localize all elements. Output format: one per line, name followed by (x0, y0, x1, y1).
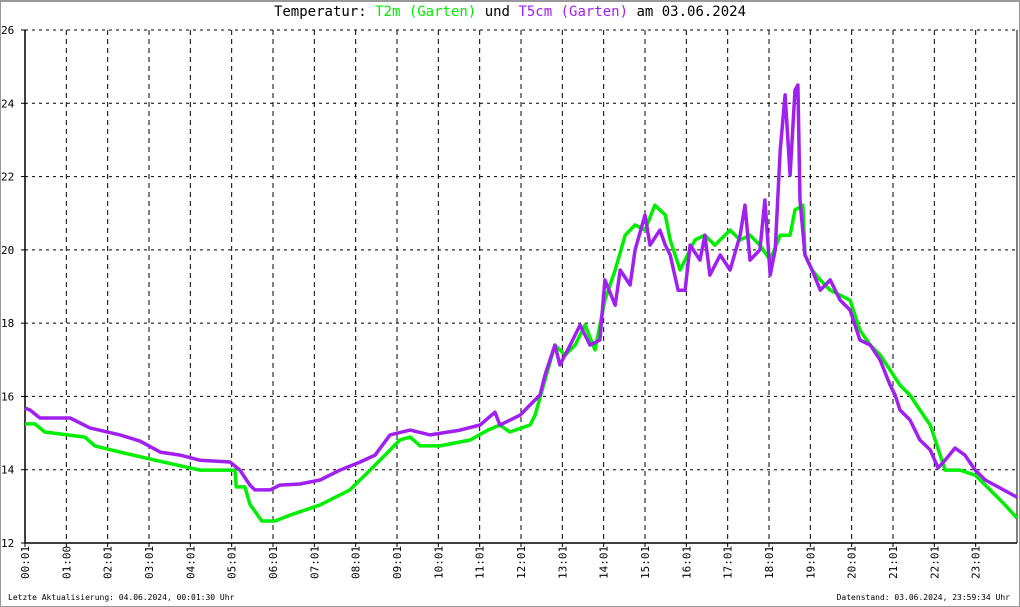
x-tick-label: 04:01 (184, 546, 197, 579)
x-tick-label: 05:01 (226, 546, 239, 579)
y-tick-label: 20 (1, 244, 14, 257)
x-tick-label: 07:01 (308, 546, 321, 579)
x-tick-label: 21:01 (887, 546, 900, 579)
x-tick-label: 17:01 (722, 546, 735, 579)
x-tick-label: 18:01 (763, 546, 776, 579)
x-tick-label: 12:01 (515, 546, 528, 579)
x-tick-label: 06:01 (267, 546, 280, 579)
x-tick-label: 10:01 (432, 546, 445, 579)
x-tick-label: 00:01 (19, 546, 32, 579)
x-tick-label: 20:01 (846, 546, 859, 579)
x-tick-label: 08:01 (350, 546, 363, 579)
x-tick-label: 11:01 (474, 546, 487, 579)
last-update-text: Letzte Aktualisierung: 04.06.2024, 00:01… (8, 593, 235, 602)
x-tick-label: 19:01 (804, 546, 817, 579)
x-tick-label: 01:00 (60, 546, 73, 579)
x-tick-label: 23:01 (970, 546, 983, 579)
y-tick-label: 24 (1, 97, 15, 110)
y-tick-label: 22 (1, 171, 14, 184)
y-tick-label: 26 (1, 24, 14, 37)
x-tick-label: 16:01 (680, 546, 693, 579)
x-tick-label: 14:01 (598, 546, 611, 579)
y-tick-label: 18 (1, 317, 14, 330)
x-tick-label: 02:01 (102, 546, 115, 579)
x-tick-label: 09:01 (391, 546, 404, 579)
y-tick-label: 14 (1, 464, 15, 477)
x-tick-label: 03:01 (143, 546, 156, 579)
y-tick-label: 12 (1, 537, 14, 550)
x-tick-label: 15:01 (639, 546, 652, 579)
data-status-text: Datenstand: 03.06.2024, 23:59:34 Uhr (836, 593, 1010, 602)
y-tick-label: 16 (1, 390, 14, 403)
x-tick-label: 22:01 (928, 546, 941, 579)
axes: 12 14 16 18 20 22 24 26 00:01 01:00 02:01 03:01 04:0… (1, 24, 1018, 579)
x-tick-label: 13:01 (556, 546, 569, 579)
temperature-chart: 12 14 16 18 20 22 24 26 00:01 01:00 02:01 03:01 04:0… (1, 24, 1019, 579)
